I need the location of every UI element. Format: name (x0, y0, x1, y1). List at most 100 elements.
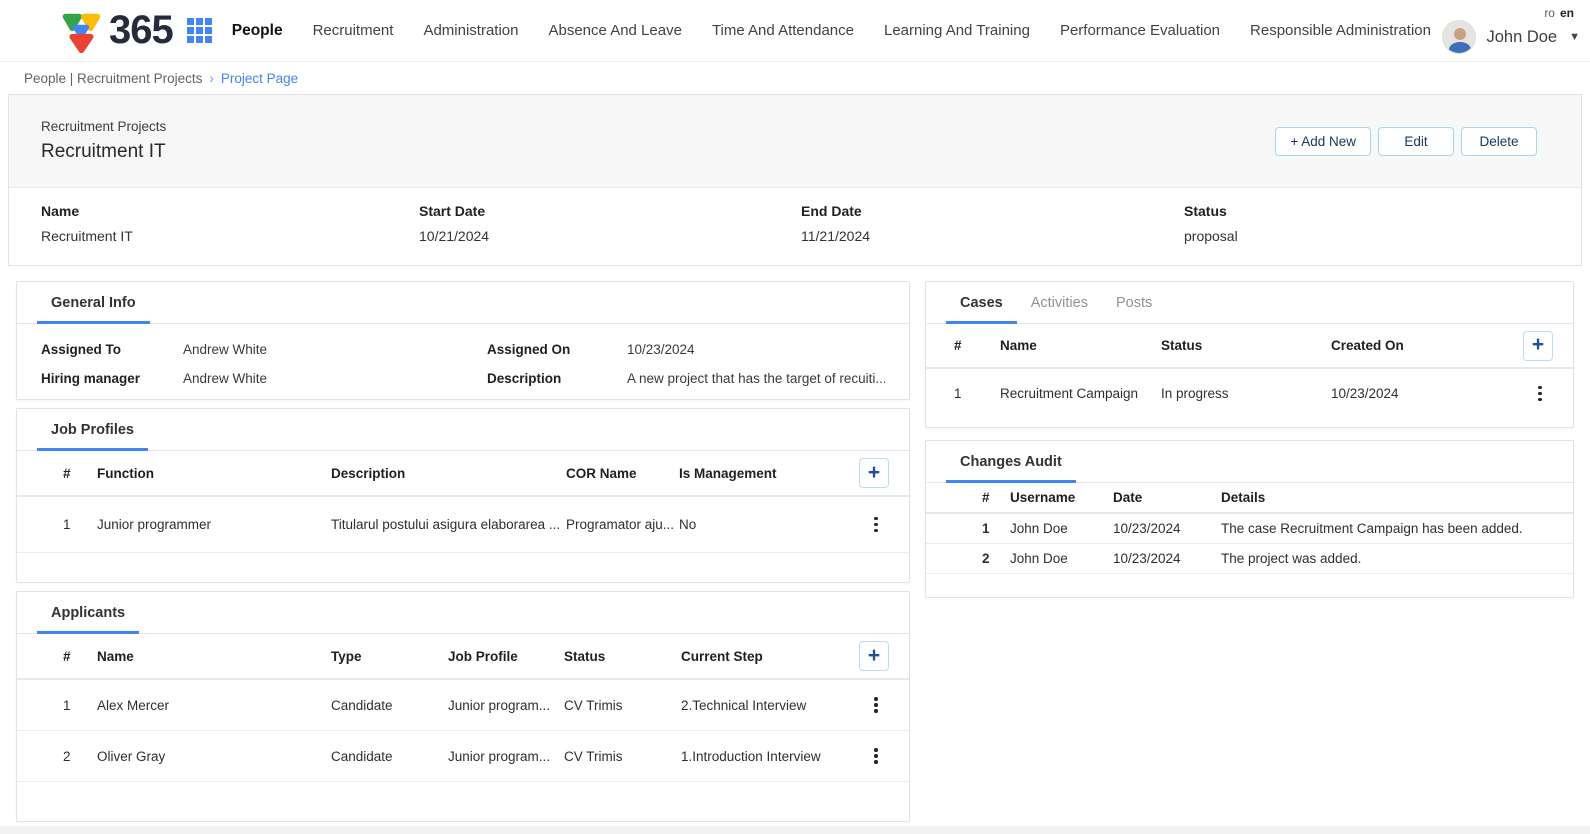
applicants-panel: Applicants # Name Type Job Profile Statu… (16, 591, 910, 822)
project-actions: + Add New Edit Delete (1275, 127, 1537, 156)
top-navigation: 365 People Recruitment Administration Ab… (0, 0, 1590, 62)
breadcrumb-current[interactable]: Project Page (221, 71, 298, 86)
changes-audit-panel: Changes Audit # Username Date Details 1 … (925, 440, 1574, 598)
add-applicant-button[interactable]: + (859, 641, 889, 671)
cell-details: The case Recruitment Campaign has been a… (1221, 521, 1553, 536)
cell-function: Junior programmer (97, 517, 331, 532)
row-menu-kebab-icon[interactable] (863, 692, 889, 718)
tab-posts[interactable]: Posts (1102, 295, 1166, 323)
col-created-on: Created On (1331, 338, 1497, 353)
cases-tabs: Cases Activities Posts (926, 282, 1573, 324)
chevron-down-icon: ▼ (1569, 31, 1580, 43)
job-profile-row[interactable]: 1 Junior programmer Titularul postului a… (17, 497, 909, 553)
col-type: Type (331, 649, 448, 664)
audit-row: 2 John Doe 10/23/2024 The project was ad… (926, 544, 1573, 574)
tab-job-profiles[interactable]: Job Profiles (37, 422, 148, 450)
tab-activities[interactable]: Activities (1017, 295, 1102, 323)
cases-panel: Cases Activities Posts # Name Status Cre… (925, 281, 1574, 428)
field-value-hiring-manager: Andrew White (183, 364, 487, 393)
col-job-profile: Job Profile (448, 649, 564, 664)
case-row[interactable]: 1 Recruitment Campaign In progress 10/23… (926, 369, 1573, 418)
job-profiles-header-row: # Function Description COR Name Is Manag… (17, 451, 909, 497)
delete-button[interactable]: Delete (1461, 127, 1537, 156)
row-menu-kebab-icon[interactable] (863, 743, 889, 769)
cell-username: John Doe (1010, 551, 1113, 566)
nav-item-absence-and-leave[interactable]: Absence And Leave (548, 22, 681, 39)
breadcrumb-separator-icon: › (209, 71, 214, 86)
tab-changes-audit[interactable]: Changes Audit (946, 454, 1076, 482)
project-summary: Name Recruitment IT Start Date 10/21/202… (9, 188, 1581, 265)
language-en[interactable]: en (1560, 6, 1574, 20)
cell-name: Recruitment Campaign (1000, 386, 1161, 401)
cell-status: CV Trimis (564, 698, 681, 713)
add-job-profile-button[interactable]: + (859, 458, 889, 488)
col-username: Username (1010, 490, 1113, 505)
field-value-description: A new project that has the target of rec… (627, 364, 885, 393)
language-switcher: roen (1544, 6, 1574, 20)
add-case-button[interactable]: + (1523, 331, 1553, 361)
general-info-fields: Assigned To Andrew White Assigned On 10/… (17, 324, 909, 393)
cases-header-row: # Name Status Created On + (926, 324, 1573, 369)
cell-job-profile: Junior program... (448, 698, 564, 713)
applicant-row[interactable]: 1 Alex Mercer Candidate Junior program..… (17, 680, 909, 731)
nav-item-time-and-attendance[interactable]: Time And Attendance (712, 22, 854, 39)
col-number: # (946, 338, 1000, 353)
applicant-row[interactable]: 2 Oliver Gray Candidate Junior program..… (17, 731, 909, 782)
cell-type: Candidate (331, 749, 448, 764)
edit-button[interactable]: Edit (1378, 127, 1454, 156)
language-ro[interactable]: ro (1544, 6, 1555, 20)
tab-applicants[interactable]: Applicants (37, 605, 139, 633)
cell-date: 10/23/2024 (1113, 521, 1221, 536)
cell-cor-name: Programator aju... (566, 517, 679, 532)
nav-item-learning-and-training[interactable]: Learning And Training (884, 22, 1030, 39)
add-new-button[interactable]: + Add New (1275, 127, 1371, 156)
col-description: Description (331, 466, 566, 481)
summary-field-start-date: Start Date 10/21/2024 (419, 203, 801, 265)
brand-logo: 365 (55, 5, 173, 57)
col-status: Status (564, 649, 681, 664)
breadcrumb-path[interactable]: People | Recruitment Projects (24, 71, 202, 86)
nav-item-performance-evaluation[interactable]: Performance Evaluation (1060, 22, 1220, 39)
field-label-assigned-to: Assigned To (41, 335, 183, 364)
field-label-hiring-manager: Hiring manager (41, 364, 183, 393)
tab-general-info[interactable]: General Info (37, 295, 150, 323)
nav-item-recruitment[interactable]: Recruitment (313, 22, 394, 39)
summary-field-name: Name Recruitment IT (41, 203, 419, 265)
summary-field-status: Status proposal (1184, 203, 1581, 265)
project-titles: Recruitment Projects Recruitment IT (41, 119, 166, 163)
logo-triangles-icon (55, 5, 105, 57)
cell-current-step: 1.Introduction Interview (681, 749, 827, 764)
cell-created-on: 10/23/2024 (1331, 386, 1497, 401)
cell-description: Titularul postului asigura elaborarea ..… (331, 517, 566, 532)
cell-name: Alex Mercer (97, 698, 331, 713)
app-root: 365 People Recruitment Administration Ab… (0, 0, 1590, 834)
field-label-assigned-on: Assigned On (487, 335, 627, 364)
nav-item-people[interactable]: People (232, 22, 283, 40)
field-label-description: Description (487, 364, 627, 393)
nav-item-administration[interactable]: Administration (423, 22, 518, 39)
user-menu[interactable]: John Doe ▼ (1442, 20, 1580, 54)
col-is-management: Is Management (679, 466, 827, 481)
cell-number: 1 (946, 386, 1000, 401)
changes-audit-header-row: # Username Date Details (926, 483, 1573, 514)
col-cor-name: COR Name (566, 466, 679, 481)
app-launcher-grid-icon[interactable] (187, 18, 212, 43)
general-info-panel: General Info Assigned To Andrew White As… (16, 281, 910, 400)
cell-name: Oliver Gray (97, 749, 331, 764)
col-number: # (37, 649, 97, 664)
job-profiles-panel: Job Profiles # Function Description COR … (16, 408, 910, 583)
applicants-tabs: Applicants (17, 592, 909, 634)
row-menu-kebab-icon[interactable] (1527, 381, 1553, 407)
tab-cases[interactable]: Cases (946, 295, 1017, 323)
field-value-assigned-to: Andrew White (183, 335, 487, 364)
col-number: # (946, 490, 1010, 505)
user-name: John Doe (1486, 28, 1557, 47)
changes-audit-tabs: Changes Audit (926, 441, 1573, 483)
row-menu-kebab-icon[interactable] (863, 512, 889, 538)
breadcrumb: People | Recruitment Projects › Project … (0, 62, 1590, 94)
cell-job-profile: Junior program... (448, 749, 564, 764)
nav-item-responsible-administration[interactable]: Responsible Administration (1250, 22, 1431, 39)
cell-current-step: 2.Technical Interview (681, 698, 827, 713)
cell-number: 1 (37, 698, 97, 713)
project-header-card: Recruitment Projects Recruitment IT + Ad… (8, 94, 1582, 266)
